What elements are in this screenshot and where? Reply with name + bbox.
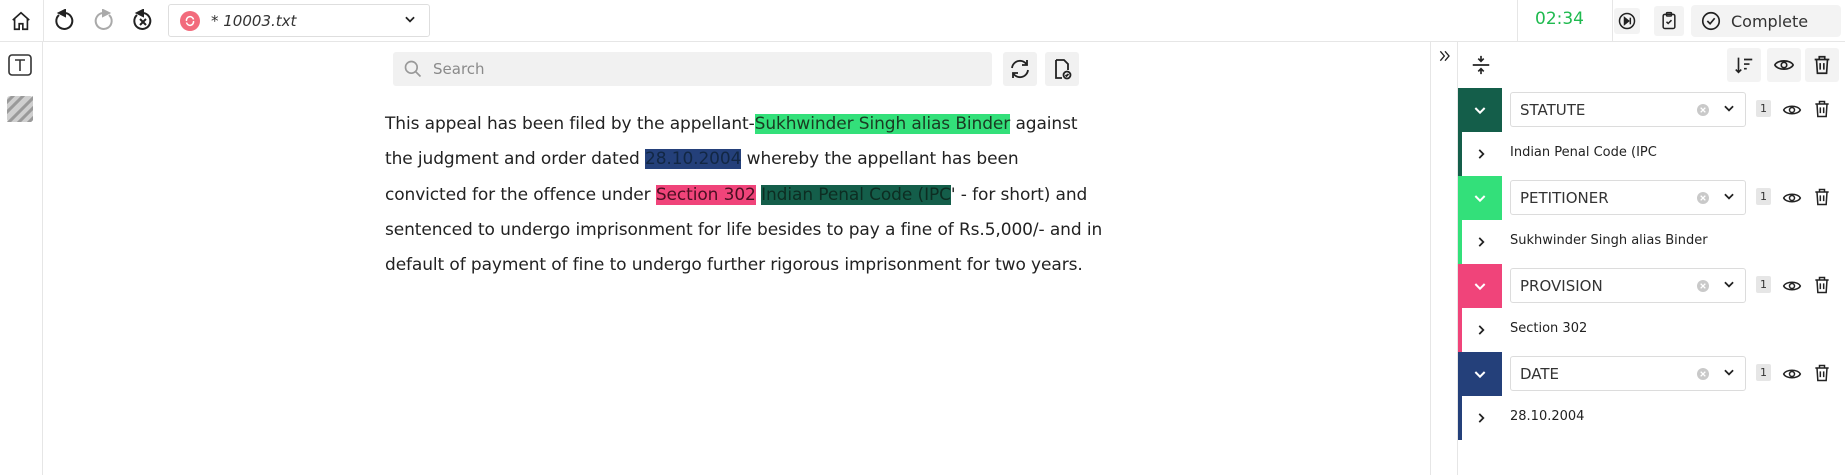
- chevron-down-icon: [403, 11, 417, 30]
- chevron-down-icon: [1722, 100, 1736, 119]
- top-toolbar: * 10003.txt 02:34 Complete: [0, 0, 1845, 42]
- trash-icon[interactable]: [1812, 363, 1832, 387]
- entity-instance-value: Section 302: [1510, 321, 1588, 336]
- search-input[interactable]: [433, 60, 973, 78]
- home-icon[interactable]: [8, 8, 34, 34]
- entity-group-statute: STATUTE 1 Indian Penal Code (IPC: [1458, 88, 1845, 176]
- chevron-down-icon[interactable]: [1458, 88, 1502, 132]
- chevron-right-icon[interactable]: [1474, 322, 1488, 341]
- entity-type-name: STATUTE: [1520, 100, 1586, 119]
- sort-icon[interactable]: [1727, 48, 1761, 82]
- chevron-down-icon: [1722, 364, 1736, 383]
- double-chevron-right-icon[interactable]: [1437, 48, 1453, 68]
- chevron-right-icon[interactable]: [1474, 410, 1488, 429]
- entity-type-select[interactable]: STATUTE: [1510, 92, 1746, 127]
- entity-instance-value: 28.10.2004: [1510, 409, 1585, 424]
- chevron-right-icon[interactable]: [1474, 146, 1488, 165]
- panel-divider: [1430, 42, 1431, 475]
- entity-instance-row: Section 302: [1458, 308, 1845, 352]
- file-status-icon: [180, 10, 200, 31]
- entity-group-date: DATE 1 28.10.2004: [1458, 352, 1845, 440]
- clipboard-check-icon[interactable]: [1654, 6, 1684, 36]
- chevron-down-icon: [1722, 188, 1736, 207]
- entity-instance-row: Sukhwinder Singh alias Binder: [1458, 220, 1845, 264]
- skip-icon[interactable]: [1614, 8, 1640, 34]
- trash-icon[interactable]: [1812, 275, 1832, 299]
- eye-icon[interactable]: [1782, 276, 1802, 300]
- entity-instance-value: Sukhwinder Singh alias Binder: [1510, 233, 1708, 248]
- eye-icon[interactable]: [1782, 364, 1802, 388]
- chevron-down-icon[interactable]: [1458, 264, 1502, 308]
- entity-group-petitioner: PETITIONER 1 Sukhwinder Singh alias Bind…: [1458, 176, 1845, 264]
- timer: 02:34: [1535, 9, 1584, 29]
- entity-count-badge: 1: [1756, 100, 1771, 117]
- entity-type-name: DATE: [1520, 364, 1560, 383]
- file-name: * 10003.txt: [211, 11, 297, 30]
- undo-icon[interactable]: [52, 8, 78, 34]
- clear-icon[interactable]: [1697, 103, 1709, 116]
- entity-count-badge: 1: [1756, 188, 1771, 205]
- entity-highlight-date[interactable]: 28.10.2004: [645, 149, 741, 170]
- refresh-icon: [1008, 57, 1032, 81]
- expand-collapse-icon[interactable]: [1464, 48, 1498, 82]
- complete-label: Complete: [1731, 11, 1809, 31]
- toolbar-divider: [1517, 0, 1518, 42]
- chevron-down-icon: [1722, 276, 1736, 295]
- entity-type-name: PROVISION: [1520, 276, 1603, 295]
- doc-check-button[interactable]: [1045, 52, 1079, 86]
- entity-count-badge: 1: [1756, 276, 1771, 293]
- chevron-down-icon[interactable]: [1458, 352, 1502, 396]
- entity-count-badge: 1: [1756, 364, 1771, 381]
- pattern-tool-icon[interactable]: [1, 90, 39, 128]
- entity-highlight-provision[interactable]: Section 302: [655, 184, 756, 205]
- entity-type-select[interactable]: PROVISION: [1510, 268, 1746, 303]
- text-tool-icon[interactable]: [7, 52, 33, 78]
- entity-instance-value: Indian Penal Code (IPC: [1510, 145, 1657, 160]
- left-tool-rail: [0, 42, 43, 475]
- complete-button[interactable]: Complete: [1691, 5, 1841, 37]
- chevron-right-icon[interactable]: [1474, 234, 1488, 253]
- clear-icon[interactable]: [1697, 191, 1709, 204]
- search-icon: [403, 59, 423, 79]
- text-segment: This appeal has been filed by the appell…: [385, 114, 755, 134]
- toolbar-divider: [1612, 0, 1613, 42]
- trash-icon[interactable]: [1812, 99, 1832, 123]
- entity-instance-row: 28.10.2004: [1458, 396, 1845, 440]
- entity-highlight-petitioner[interactable]: Sukhwinder Singh alias Binder: [754, 114, 1010, 134]
- eye-icon[interactable]: [1782, 100, 1802, 124]
- toolbar-divider: [43, 0, 44, 42]
- redo-icon[interactable]: [90, 8, 116, 34]
- entity-instance-row: Indian Penal Code (IPC: [1458, 132, 1845, 176]
- eye-icon[interactable]: [1767, 48, 1801, 82]
- reset-icon[interactable]: [130, 8, 156, 34]
- entity-highlight-statute[interactable]: Indian Penal Code (IPC: [761, 184, 951, 205]
- clear-icon[interactable]: [1697, 367, 1709, 380]
- trash-icon[interactable]: [1805, 48, 1839, 82]
- chevron-down-icon[interactable]: [1458, 176, 1502, 220]
- entity-group-provision: PROVISION 1 Section 302: [1458, 264, 1845, 352]
- file-select[interactable]: * 10003.txt: [168, 4, 430, 37]
- trash-icon[interactable]: [1812, 187, 1832, 211]
- check-circle-icon: [1700, 10, 1722, 32]
- entity-type-select[interactable]: DATE: [1510, 356, 1746, 391]
- entity-type-name: PETITIONER: [1520, 188, 1609, 207]
- entity-type-select[interactable]: PETITIONER: [1510, 180, 1746, 215]
- search-bar: [393, 52, 992, 86]
- doc-check-icon: [1050, 57, 1074, 81]
- eye-icon[interactable]: [1782, 188, 1802, 212]
- clear-icon[interactable]: [1697, 279, 1709, 292]
- document-text[interactable]: This appeal has been filed by the appell…: [385, 107, 1105, 283]
- refresh-button[interactable]: [1003, 52, 1037, 86]
